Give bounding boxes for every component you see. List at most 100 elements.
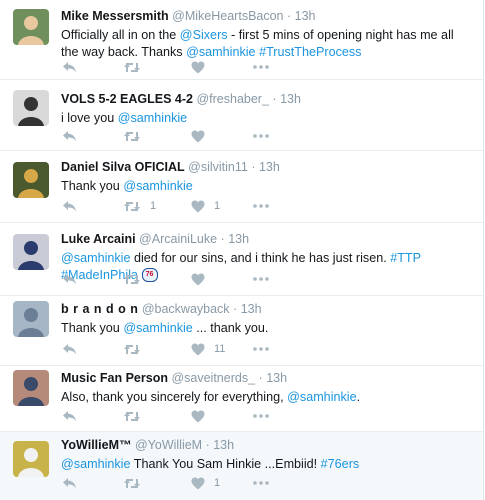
- username[interactable]: @ArcainiLuke: [139, 232, 217, 246]
- avatar[interactable]: [13, 301, 49, 337]
- like-button[interactable]: [191, 128, 205, 144]
- timestamp[interactable]: 13h: [241, 302, 262, 316]
- more-button[interactable]: [253, 475, 269, 491]
- reply-button[interactable]: [62, 341, 77, 357]
- reply-button[interactable]: [62, 271, 77, 287]
- retweet-icon: [123, 410, 141, 423]
- tweet-timeline: Mike Messersmith @MikeHeartsBacon · 13h …: [0, 0, 484, 500]
- timestamp[interactable]: 13h: [259, 160, 280, 174]
- mention-link[interactable]: @samhinkie: [123, 179, 192, 193]
- like-button[interactable]: [191, 271, 205, 287]
- username[interactable]: @silvitin11: [188, 160, 248, 174]
- reply-button[interactable]: [62, 198, 77, 214]
- like-count: 11: [214, 343, 226, 355]
- more-icon: [253, 204, 269, 208]
- tweet-4[interactable]: b r a n d o n @backwayback · 13h Thank y…: [0, 296, 483, 366]
- mention-link[interactable]: @Sixers: [180, 28, 228, 42]
- like-button[interactable]: [191, 59, 205, 75]
- like-button[interactable]: [191, 408, 205, 424]
- more-button[interactable]: [253, 198, 269, 214]
- more-button[interactable]: [253, 408, 269, 424]
- retweet-icon: [123, 200, 141, 213]
- display-name[interactable]: Luke Arcaini: [61, 232, 136, 246]
- hashtag-link[interactable]: #TTP: [390, 251, 421, 265]
- tweet-actions: [61, 271, 361, 287]
- timestamp[interactable]: 13h: [266, 371, 287, 385]
- tweet-actions: [61, 128, 361, 144]
- more-icon: [253, 347, 269, 351]
- avatar[interactable]: [13, 9, 49, 45]
- tweet-text: Also, thank you sincerely for everything…: [61, 389, 473, 406]
- tweet-text: Officially all in on the @Sixers - first…: [61, 27, 473, 60]
- timestamp[interactable]: 13h: [213, 438, 234, 452]
- more-button[interactable]: [253, 128, 269, 144]
- avatar[interactable]: [13, 90, 49, 126]
- mention-link[interactable]: @samhinkie: [186, 45, 255, 59]
- username[interactable]: @MikeHeartsBacon: [172, 9, 283, 23]
- like-button[interactable]: 1: [191, 475, 220, 491]
- heart-icon: [191, 273, 205, 286]
- more-button[interactable]: [253, 341, 269, 357]
- text-segment: Thank you: [61, 179, 124, 193]
- more-button[interactable]: [253, 271, 269, 287]
- more-button[interactable]: [253, 59, 269, 75]
- reply-icon: [62, 200, 77, 213]
- timestamp[interactable]: 13h: [295, 9, 316, 23]
- text-segment: Officially all in on the: [61, 28, 180, 42]
- display-name[interactable]: Daniel Silva OFICIAL: [61, 160, 185, 174]
- tweet-6[interactable]: YoWillieM™ @YoWillieM · 13h @samhinkie T…: [0, 432, 483, 500]
- retweet-button[interactable]: [123, 59, 141, 75]
- tweet-actions: 11: [61, 198, 361, 214]
- retweet-button[interactable]: [123, 128, 141, 144]
- reply-icon: [62, 273, 77, 286]
- mention-link[interactable]: @samhinkie: [61, 251, 130, 265]
- tweet-actions: [61, 408, 361, 424]
- avatar[interactable]: [13, 441, 49, 477]
- heart-icon: [191, 200, 205, 213]
- like-button[interactable]: 1: [191, 198, 220, 214]
- reply-button[interactable]: [62, 128, 77, 144]
- display-name[interactable]: Mike Messersmith: [61, 9, 169, 23]
- text-segment: Thank You Sam Hinkie ...Embiid!: [130, 457, 321, 471]
- tweet-text: i love you @samhinkie: [61, 110, 473, 127]
- display-name[interactable]: b r a n d o n: [61, 302, 138, 316]
- retweet-button[interactable]: [123, 341, 141, 357]
- hashtag-link[interactable]: #76ers: [321, 457, 360, 471]
- tweet-2[interactable]: Daniel Silva OFICIAL @silvitin11 · 13h T…: [0, 151, 483, 223]
- username[interactable]: @saveitnerds_: [171, 371, 255, 385]
- heart-icon: [191, 130, 205, 143]
- tweet-actions: [61, 59, 361, 75]
- retweet-button[interactable]: [123, 271, 141, 287]
- avatar[interactable]: [13, 370, 49, 406]
- retweet-button[interactable]: [123, 475, 141, 491]
- mention-link[interactable]: @samhinkie: [287, 390, 356, 404]
- like-button[interactable]: 11: [191, 341, 225, 357]
- display-name[interactable]: YoWillieM™: [61, 438, 132, 452]
- avatar-image: [13, 90, 49, 126]
- reply-button[interactable]: [62, 59, 77, 75]
- avatar[interactable]: [13, 234, 49, 270]
- mention-link[interactable]: @samhinkie: [118, 111, 187, 125]
- more-icon: [253, 65, 269, 69]
- mention-link[interactable]: @samhinkie: [61, 457, 130, 471]
- username[interactable]: @backwayback: [142, 302, 230, 316]
- reply-button[interactable]: [62, 475, 77, 491]
- tweet-1[interactable]: VOLS 5-2 EAGLES 4-2 @freshaber_ · 13h i …: [0, 80, 483, 151]
- reply-button[interactable]: [62, 408, 77, 424]
- mention-link[interactable]: @samhinkie: [123, 321, 192, 335]
- tweet-0[interactable]: Mike Messersmith @MikeHeartsBacon · 13h …: [0, 0, 483, 80]
- username[interactable]: @freshaber_: [196, 92, 268, 106]
- tweet-5[interactable]: Music Fan Person @saveitnerds_ · 13h Als…: [0, 366, 483, 432]
- retweet-icon: [123, 130, 141, 143]
- timestamp[interactable]: 13h: [228, 232, 249, 246]
- retweet-button[interactable]: [123, 408, 141, 424]
- more-icon: [253, 277, 269, 281]
- timestamp[interactable]: 13h: [280, 92, 301, 106]
- retweet-button[interactable]: 1: [123, 198, 156, 214]
- hashtag-link[interactable]: #TrustTheProcess: [259, 45, 361, 59]
- display-name[interactable]: Music Fan Person: [61, 371, 168, 385]
- tweet-3[interactable]: Luke Arcaini @ArcainiLuke · 13h @samhink…: [0, 223, 483, 296]
- display-name[interactable]: VOLS 5-2 EAGLES 4-2: [61, 92, 193, 106]
- avatar[interactable]: [13, 162, 49, 198]
- username[interactable]: @YoWillieM: [135, 438, 202, 452]
